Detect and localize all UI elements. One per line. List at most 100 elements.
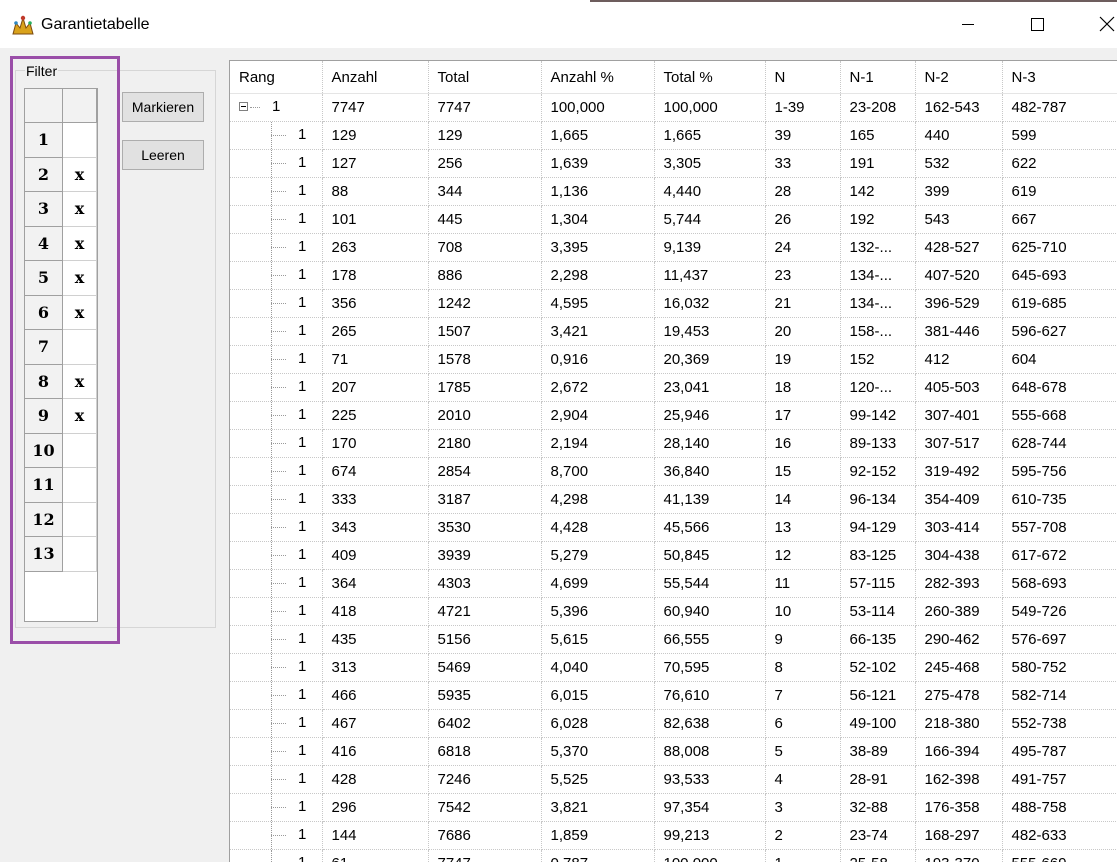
- table-cell: 101: [322, 205, 429, 234]
- table-cell: 886: [428, 261, 542, 290]
- column-header-n[interactable]: N: [765, 61, 841, 94]
- tree-child-row[interactable]: 1 129 129 1,665 1,665 39 165 440 599: [230, 121, 1117, 150]
- tree-child-row[interactable]: 1 416 6818 5,370 88,008 5 38-89 166-394 495-787: [230, 737, 1117, 766]
- column-header-n-3[interactable]: N-3: [1002, 61, 1117, 94]
- tree-child-row[interactable]: 16177470,787100,000125-58193-370555-669: [230, 849, 1117, 862]
- table-cell: 595-756: [1002, 457, 1117, 486]
- table-cell: 100,000: [654, 849, 766, 862]
- tree-child-row[interactable]: 1 333 3187 4,298 41,139 14 96-134 354-409 610-73…: [230, 485, 1117, 514]
- tree-connector: [271, 751, 286, 752]
- rang-cell: 1: [230, 821, 323, 850]
- tree-connector: [271, 527, 286, 528]
- table-cell: 6,015: [541, 681, 655, 710]
- rang-value: 1: [298, 378, 307, 395]
- tree-child-row[interactable]: 1 418 4721 5,396 60,940 10 53-114 260-389 549-72…: [230, 597, 1117, 626]
- table-cell: 28,140: [654, 429, 766, 458]
- tree-child-row[interactable]: 1 170 2180 2,194 28,140 16 89-133 307-517 628-74…: [230, 429, 1117, 458]
- tree-child-row[interactable]: 1 409 3939 5,279 50,845 12 83-125 304-438 617-67…: [230, 541, 1117, 570]
- rang-value: 1: [298, 658, 307, 675]
- table-cell: 4,699: [541, 569, 655, 598]
- rang-cell: 1: [230, 597, 323, 626]
- table-cell: 416: [322, 737, 429, 766]
- table-cell: 23,041: [654, 373, 766, 402]
- tree-child-row[interactable]: 1 144 7686 1,859 99,213 2 23-74 168-297 482-633: [230, 821, 1117, 850]
- rang-cell: 1: [230, 289, 323, 318]
- table-cell: 3939: [428, 541, 542, 570]
- rang-value: 1: [298, 602, 307, 619]
- tree-child-row[interactable]: 1 428 7246 5,525 93,533 4 28-91 162-398 491-757: [230, 765, 1117, 794]
- rang-value: 1: [298, 406, 307, 423]
- column-header-total[interactable]: Total %: [654, 61, 766, 94]
- table-cell: 1,665: [541, 121, 655, 150]
- tree-child-row[interactable]: 1 88 344 1,136 4,440 28 142 399 619: [230, 177, 1117, 206]
- table-cell: 96-134: [840, 485, 916, 514]
- table-cell: 580-752: [1002, 653, 1117, 682]
- tree-child-row[interactable]: 1 296 7542 3,821 97,354 3 32-88 176-358 488-758: [230, 793, 1117, 822]
- table-cell: 7747: [322, 93, 429, 122]
- table-cell: 307-517: [915, 429, 1003, 458]
- tree-child-row[interactable]: 1 356 1242 4,595 16,032 21 134-... 396-529 619-6…: [230, 289, 1117, 318]
- table-cell: 152: [840, 345, 916, 374]
- table-cell: 192: [840, 205, 916, 234]
- tree-child-row[interactable]: 1 263 708 3,395 9,139 24 132-... 428-527 625-710: [230, 233, 1117, 262]
- table-cell: 225: [322, 401, 429, 430]
- table-cell: 617-672: [1002, 541, 1117, 570]
- tree-child-row[interactable]: 1 127 256 1,639 3,305 33 191 532 622: [230, 149, 1117, 178]
- table-cell: 1,859: [541, 821, 655, 850]
- tree-child-row[interactable]: 1 467 6402 6,028 82,638 6 49-100 218-380 552-738: [230, 709, 1117, 738]
- markieren-button[interactable]: Markieren: [122, 92, 204, 122]
- tree-child-row[interactable]: 1 207 1785 2,672 23,041 18 120-... 405-503 648-6…: [230, 373, 1117, 402]
- minimize-icon: [962, 23, 974, 25]
- tree-child-row[interactable]: 1 364 4303 4,699 55,544 11 57-115 282-393 568-69…: [230, 569, 1117, 598]
- tree-child-row[interactable]: 1 178 886 2,298 11,437 23 134-... 407-520 645-69…: [230, 261, 1117, 290]
- table-cell: 555-668: [1002, 401, 1117, 430]
- table-cell: 5,525: [541, 765, 655, 794]
- table-cell: 3,305: [654, 149, 766, 178]
- table-cell: 16: [765, 429, 841, 458]
- table-cell: 9: [765, 625, 841, 654]
- column-header-anzahl[interactable]: Anzahl %: [541, 61, 655, 94]
- close-button[interactable]: [1084, 0, 1117, 48]
- tree-child-row[interactable]: 1 71 1578 0,916 20,369 19 152 412 604: [230, 345, 1117, 374]
- table-cell: 467: [322, 709, 429, 738]
- tree-connector: [271, 499, 286, 500]
- minimize-button[interactable]: [945, 0, 991, 48]
- tree-child-row[interactable]: 1 225 2010 2,904 25,946 17 99-142 307-401 555-66…: [230, 401, 1117, 430]
- table-cell: 36,840: [654, 457, 766, 486]
- tree-child-row[interactable]: 1 466 5935 6,015 76,610 7 56-121 275-478 582-714: [230, 681, 1117, 710]
- table-cell: 622: [1002, 149, 1117, 178]
- result-tree-table[interactable]: Rang Anzahl Total Anzahl % Total % N N-1 N-2 N-3…: [229, 60, 1117, 862]
- table-cell: 307-401: [915, 401, 1003, 430]
- tree-child-row[interactable]: 1 435 5156 5,615 66,555 9 66-135 290-462 576-697: [230, 625, 1117, 654]
- collapse-toggle-icon[interactable]: [239, 102, 248, 111]
- column-header-rang[interactable]: Rang: [230, 61, 323, 94]
- rang-cell: 1: [230, 793, 323, 822]
- rang-value: 1: [298, 742, 307, 759]
- table-cell: 2010: [428, 401, 542, 430]
- table-cell: 619: [1002, 177, 1117, 206]
- table-cell: 482-787: [1002, 93, 1117, 122]
- tree-child-row[interactable]: 1 265 1507 3,421 19,453 20 158-... 381-446 596-6…: [230, 317, 1117, 346]
- column-header-n-1[interactable]: N-1: [840, 61, 916, 94]
- table-cell: 5,370: [541, 737, 655, 766]
- tree-child-row[interactable]: 1 101 445 1,304 5,744 26 192 543 667: [230, 205, 1117, 234]
- tree-child-row[interactable]: 1 343 3530 4,428 45,566 13 94-129 303-414 557-70…: [230, 513, 1117, 542]
- tree-connector: [250, 107, 260, 108]
- column-header-total[interactable]: Total: [428, 61, 542, 94]
- tree-child-row[interactable]: 1 674 2854 8,700 36,840 15 92-152 319-492 595-75…: [230, 457, 1117, 486]
- table-cell: 648-678: [1002, 373, 1117, 402]
- rang-cell: 1: [230, 93, 323, 122]
- column-header-anzahl[interactable]: Anzahl: [322, 61, 429, 94]
- table-cell: 428: [322, 765, 429, 794]
- table-cell: 12: [765, 541, 841, 570]
- table-cell: 2,672: [541, 373, 655, 402]
- table-cell: 25,946: [654, 401, 766, 430]
- maximize-button[interactable]: [1014, 0, 1060, 48]
- rang-cell: 1: [230, 457, 323, 486]
- rang-cell: 1: [230, 681, 323, 710]
- leeren-button[interactable]: Leeren: [122, 140, 204, 170]
- tree-root-row[interactable]: 1 7747 7747 100,000 100,000 1-39 23-208 162-543…: [230, 93, 1117, 122]
- tree-child-row[interactable]: 1 313 5469 4,040 70,595 8 52-102 245-468 580-752: [230, 653, 1117, 682]
- column-header-n-2[interactable]: N-2: [915, 61, 1003, 94]
- tree-connector: [271, 247, 286, 248]
